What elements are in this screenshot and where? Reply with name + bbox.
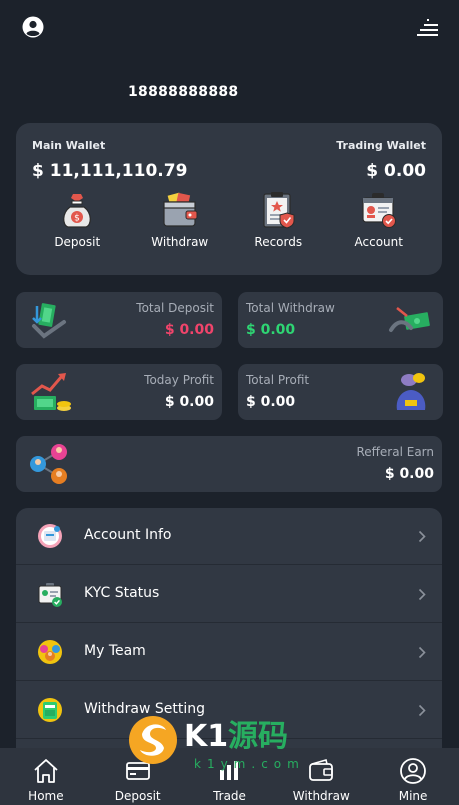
id-card-icon [362,193,396,228]
records-action[interactable]: Records [225,189,332,249]
user-phone: 18888888888 [128,84,239,100]
referral-earn-card: Refferal Earn $ 0.00 [16,436,442,492]
withdraw-setting-icon [38,698,62,722]
chevron-right-icon [418,704,426,717]
main-wallet-label: Main Wallet [32,139,106,152]
wallet-card: Main Wallet $ 11,111,110.79 Trading Wall… [16,123,442,275]
total-withdraw-label: Total Withdraw [246,301,335,315]
nav-home[interactable]: Home [0,748,92,805]
menu-label: KYC Status [84,585,160,601]
chevron-right-icon [418,530,426,543]
top-bar [0,0,459,60]
menu-lines-icon[interactable] [415,16,439,38]
nav-label: Home [28,789,64,803]
chevron-right-icon [418,588,426,601]
svg-text:k1ym.com: k1ym.com [194,757,305,771]
profit-chart-icon [31,373,71,411]
svg-text:$: $ [74,214,80,224]
watermark-logo: K1 源码 k1ym.com [129,716,305,771]
total-profit-value: $ 0.00 [246,394,296,410]
team-icon [38,640,62,664]
svg-text:K1: K1 [184,719,228,754]
menu-label: Account Info [84,527,172,543]
referral-network-icon [30,444,67,484]
profit-bag-icon [396,373,426,410]
menu-label: My Team [84,643,146,659]
nav-label: Mine [398,789,428,803]
account-action[interactable]: Account [326,189,433,249]
user-circle-icon[interactable] [22,16,44,38]
total-deposit-label: Total Deposit [136,301,214,315]
referral-earn-label: Refferal Earn [356,445,434,459]
nav-label: Deposit [114,789,161,803]
account-info-icon [38,524,62,548]
menu-item-account-info[interactable]: Account Info [16,508,442,565]
total-profit-label: Total Profit [246,373,310,387]
total-profit-card: Total Profit $ 0.00 [238,364,443,420]
main-wallet-amount: $ 11,111,110.79 [32,161,188,181]
nav-label: Trade [213,789,246,803]
today-profit-card: Today Profit $ 0.00 [16,364,222,420]
records-label: Records [254,235,303,249]
referral-earn-value: $ 0.00 [384,466,434,482]
today-profit-value: $ 0.00 [164,394,214,410]
nav-mine[interactable]: Mine [367,748,459,805]
trading-wallet-amount: $ 0.00 [366,161,426,181]
total-withdraw-value: $ 0.00 [246,322,296,338]
withdraw-action[interactable]: Withdraw [127,189,234,249]
deposit-label: Deposit [54,235,101,249]
trading-wallet-label: Trading Wallet [336,139,426,152]
withdraw-money-icon [389,307,430,332]
user-circle-icon [400,758,426,784]
nav-label: Withdraw [292,789,350,803]
wallet-icon [163,192,198,227]
wallet-actions: $ Deposit Withdraw Records Account [16,189,442,249]
deposit-money-icon [32,303,66,339]
today-profit-label: Today Profit [144,373,214,387]
money-bag-icon: $ [63,194,92,228]
clipboard-icon [263,192,295,229]
deposit-action[interactable]: $ Deposit [24,189,131,249]
total-deposit-card: Total Deposit $ 0.00 [16,292,222,348]
withdraw-label: Withdraw [151,235,209,249]
menu-item-kyc-status[interactable]: KYC Status [16,566,442,623]
chevron-right-icon [418,646,426,659]
total-withdraw-card: Total Withdraw $ 0.00 [238,292,443,348]
menu-item-my-team[interactable]: My Team [16,624,442,681]
home-icon [34,759,58,783]
total-deposit-value: $ 0.00 [164,322,214,338]
kyc-icon [38,583,62,607]
svg-text:源码: 源码 [228,719,288,754]
account-label: Account [354,235,403,249]
